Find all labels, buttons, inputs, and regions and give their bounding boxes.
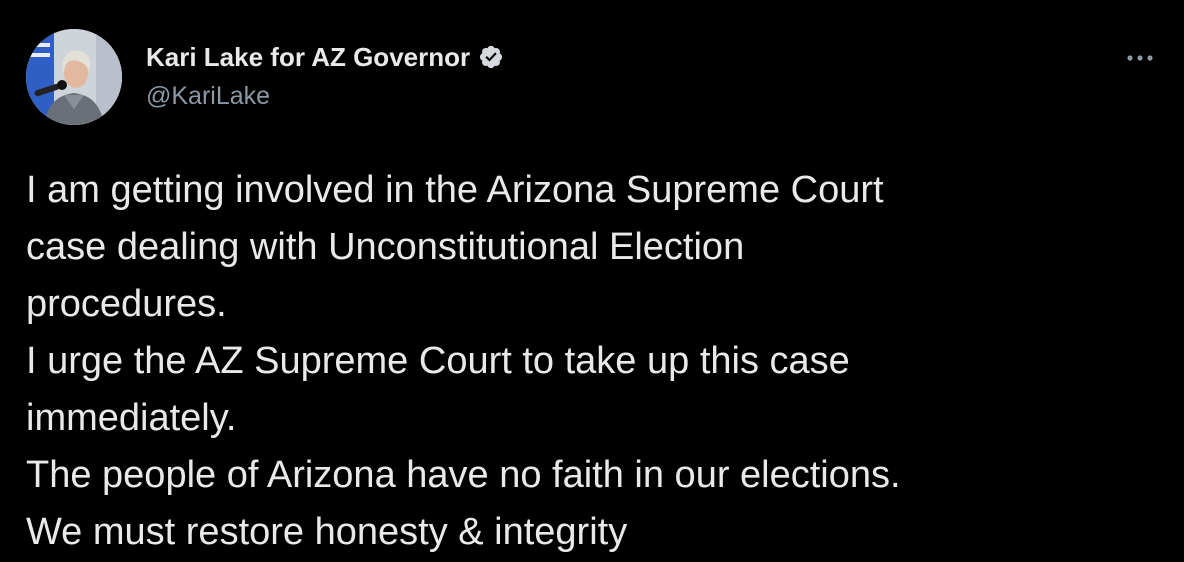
- tweet-text-line: procedures.: [26, 283, 227, 325]
- tweet-text-line: I urge the AZ Supreme Court to take up t…: [26, 340, 850, 382]
- tweet-text-line: immediately.: [26, 397, 237, 439]
- tweet-text-line: The people of Arizona have no faith in o…: [26, 454, 901, 496]
- tweet-text-line: We must restore honesty & integrity: [26, 511, 628, 553]
- tweet-text-line: case dealing with Unconstitutional Elect…: [26, 226, 745, 268]
- tweet-card: Kari Lake for AZ Governor @KariLake I am…: [0, 0, 1184, 562]
- tweet-text-line: I am getting involved in the Arizona Sup…: [26, 169, 884, 211]
- tweet-text: I am getting involved in the Arizona Sup…: [26, 162, 1156, 561]
- profile-photo-icon: [26, 29, 122, 125]
- display-name[interactable]: Kari Lake for AZ Governor: [146, 42, 470, 73]
- tweet-header: Kari Lake for AZ Governor @KariLake: [146, 40, 504, 111]
- handle[interactable]: @KariLake: [146, 82, 504, 111]
- name-row: Kari Lake for AZ Governor: [146, 40, 504, 74]
- avatar[interactable]: [26, 29, 122, 125]
- more-options-icon: [1127, 55, 1153, 61]
- verified-badge-icon: [478, 44, 504, 70]
- more-options-button[interactable]: [1118, 44, 1162, 72]
